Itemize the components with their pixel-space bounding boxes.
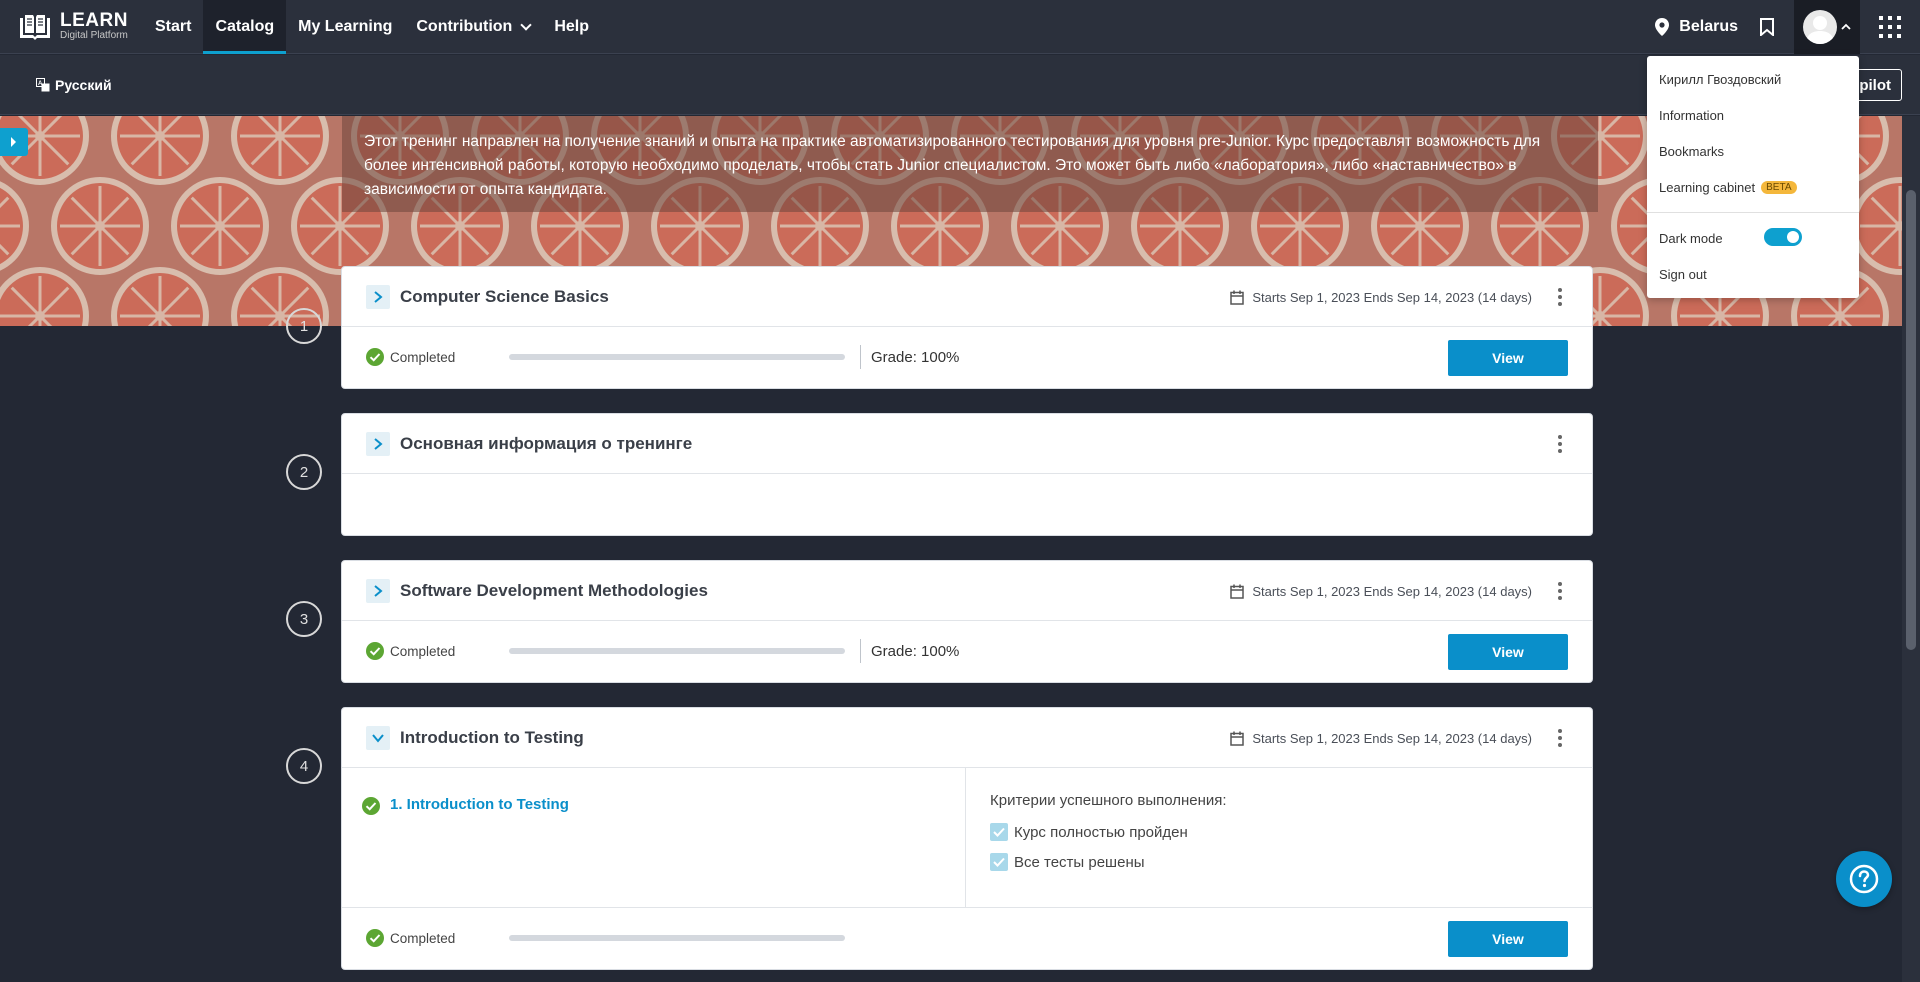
chevron-up-icon	[1841, 23, 1851, 30]
svg-text:A: A	[38, 81, 43, 87]
menu-item-bookmarks[interactable]: Bookmarks	[1659, 141, 1724, 161]
criteria-item: Курс полностью пройден	[990, 823, 1227, 841]
module-dates: Starts Sep 1, 2023 Ends Sep 14, 2023 (14…	[1252, 730, 1532, 746]
module-card: Computer Science Basics Starts Sep 1, 20…	[341, 266, 1593, 389]
module-number: 4	[286, 748, 322, 784]
module-title[interactable]: Основная информация о тренинге	[400, 434, 692, 454]
progress-bar	[509, 935, 845, 941]
module-number: 1	[286, 308, 322, 344]
criteria-label: Все тесты решены	[1014, 853, 1145, 871]
apps-grid-icon[interactable]	[1860, 0, 1920, 54]
module-title[interactable]: Introduction to Testing	[400, 728, 584, 748]
view-button[interactable]: View	[1448, 921, 1568, 957]
module-dates: Starts Sep 1, 2023 Ends Sep 14, 2023 (14…	[1252, 289, 1532, 305]
expand-button[interactable]	[366, 284, 390, 309]
course-description: Этот тренинг направлен на получение знан…	[342, 116, 1598, 212]
more-options-icon[interactable]	[1558, 729, 1562, 747]
check-circle-icon	[362, 797, 380, 815]
calendar-icon	[1230, 584, 1245, 599]
status-label: Completed	[390, 930, 456, 946]
menu-item-learning-cabinet[interactable]: Learning cabinet BETA	[1659, 177, 1797, 197]
check-circle-icon	[366, 642, 384, 660]
logo-title: LEARN	[60, 10, 128, 31]
chevron-right-icon	[374, 584, 383, 597]
user-name[interactable]: Кирилл Гвоздовский	[1659, 69, 1781, 89]
scrollbar-thumb[interactable]	[1906, 190, 1916, 650]
location-label: Belarus	[1679, 18, 1738, 35]
criteria-title: Критерии успешного выполнения:	[990, 792, 1227, 809]
grade-label: Grade: 100%	[871, 348, 960, 366]
more-options-icon[interactable]	[1558, 435, 1562, 453]
nav-contribution[interactable]: Contribution	[404, 0, 542, 54]
progress-bar	[509, 648, 845, 654]
progress-bar	[509, 354, 845, 360]
nav-contribution-label: Contribution	[416, 17, 513, 35]
avatar	[1803, 10, 1837, 44]
module-number: 3	[286, 601, 322, 637]
top-navigation: LEARN Digital Platform Start Catalog My …	[0, 0, 1920, 54]
language-label: Русский	[55, 77, 112, 93]
status-label: Completed	[390, 643, 456, 659]
module-card: Introduction to Testing Starts Sep 1, 20…	[341, 707, 1593, 970]
calendar-icon	[1230, 290, 1245, 305]
logo[interactable]: LEARN Digital Platform	[18, 11, 143, 42]
criteria-item: Все тесты решены	[990, 853, 1227, 871]
sidebar-toggle-button[interactable]	[0, 128, 28, 156]
grade-label: Grade: 100%	[871, 642, 960, 660]
sub-toolbar: A Русский pilot	[0, 55, 1920, 115]
dark-mode-label: Dark mode	[1659, 230, 1723, 246]
nav-my-learning[interactable]: My Learning	[286, 0, 404, 54]
language-selector[interactable]: A Русский	[36, 77, 112, 93]
chevron-right-icon	[11, 137, 16, 147]
expand-button[interactable]	[366, 431, 390, 456]
view-button[interactable]: View	[1448, 340, 1568, 376]
criteria-label: Курс полностью пройден	[1014, 823, 1188, 841]
menu-item-information[interactable]: Information	[1659, 105, 1724, 125]
dark-mode-toggle[interactable]	[1764, 228, 1802, 246]
more-options-icon[interactable]	[1558, 288, 1562, 306]
check-circle-icon	[366, 348, 384, 366]
location-selector[interactable]: Belarus	[1655, 18, 1738, 36]
menu-item-sign-out[interactable]: Sign out	[1659, 264, 1707, 284]
check-circle-icon	[366, 929, 384, 947]
lesson-link[interactable]: 1. Introduction to Testing	[390, 796, 569, 813]
user-dropdown-menu: Кирилл Гвоздовский Information Bookmarks…	[1647, 56, 1859, 298]
module-dates: Starts Sep 1, 2023 Ends Sep 14, 2023 (14…	[1252, 583, 1532, 599]
collapse-button[interactable]	[366, 725, 390, 750]
bookmark-icon[interactable]	[1760, 18, 1774, 36]
learning-cabinet-label: Learning cabinet	[1659, 179, 1756, 195]
user-menu-toggle[interactable]	[1794, 0, 1860, 54]
chevron-down-icon	[372, 733, 384, 743]
module-card: Основная информация о тренинге	[341, 413, 1593, 536]
beta-badge: BETA	[1761, 180, 1797, 194]
checkbox-checked-icon	[990, 853, 1008, 871]
nav-start[interactable]: Start	[143, 0, 203, 54]
translate-icon: A	[36, 78, 50, 92]
checkbox-checked-icon	[990, 823, 1008, 841]
logo-subtitle: Digital Platform	[60, 30, 128, 41]
module-card: Software Development Methodologies Start…	[341, 560, 1593, 683]
more-options-icon[interactable]	[1558, 582, 1562, 600]
expand-button[interactable]	[366, 578, 390, 603]
chevron-right-icon	[374, 437, 383, 450]
map-pin-icon	[1655, 18, 1670, 36]
nav-help[interactable]: Help	[542, 0, 601, 54]
calendar-icon	[1230, 731, 1245, 746]
chevron-right-icon	[374, 290, 383, 303]
help-button[interactable]	[1836, 851, 1892, 907]
module-number: 2	[286, 454, 322, 490]
module-title[interactable]: Software Development Methodologies	[400, 581, 708, 601]
view-button[interactable]: View	[1448, 634, 1568, 670]
chevron-down-icon	[520, 18, 532, 31]
status-label: Completed	[390, 349, 456, 365]
book-logo-icon	[20, 14, 50, 40]
nav-catalog[interactable]: Catalog	[203, 0, 287, 54]
module-title[interactable]: Computer Science Basics	[400, 287, 609, 307]
question-mark-icon	[1849, 864, 1879, 894]
